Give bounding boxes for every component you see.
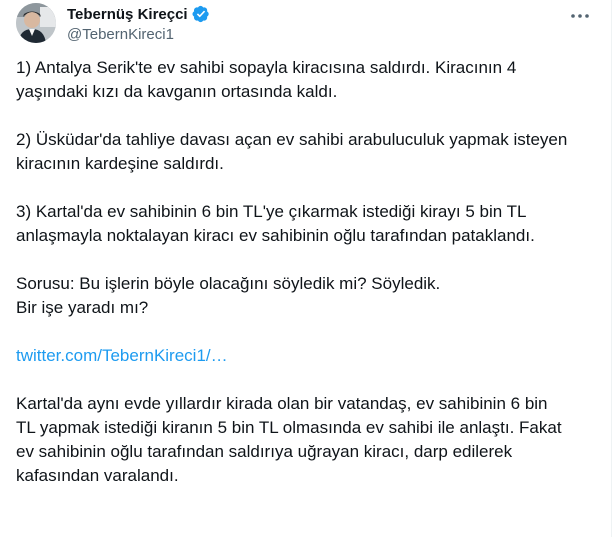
text-line: Bir işe yaradı mı? [16,298,149,317]
text-line: 2) Üsküdar'da tahliye davası açan ev sah… [16,130,568,149]
text-line: kiracının kardeşine saldırdı. [16,154,224,173]
text-line: ev sahibinin oğlu tarafından saldırıya u… [16,442,513,461]
text-line: TL yapmak istediği kiranın 5 bin TL olma… [16,418,562,437]
avatar-image [16,3,56,43]
tweet-paragraph-5: Kartal'da aynı evde yıllardır kirada ola… [16,392,596,488]
text-line: kafasından varalandı. [16,466,179,485]
display-name-row: Tebernüş Kireçci [67,4,210,24]
tweet-paragraph-2: 2) Üsküdar'da tahliye davası açan ev sah… [16,128,596,176]
avatar[interactable] [16,3,56,43]
tweet-paragraph-3: 3) Kartal'da ev sahibinin 6 bin TL'ye çı… [16,200,596,248]
text-line: 1) Antalya Serik'te ev sahibi sopayla ki… [16,58,517,77]
text-line: 3) Kartal'da ev sahibinin 6 bin TL'ye çı… [16,202,527,221]
tweet-text: 1) Antalya Serik'te ev sahibi sopayla ki… [16,56,596,512]
author-block: Tebernüş Kireçci @TebernKireci1 [67,4,210,43]
tweet-header: Tebernüş Kireçci @TebernKireci1 [16,0,596,56]
tweet-paragraph-1: 1) Antalya Serik'te ev sahibi sopayla ki… [16,56,596,104]
text-line: Sorusu: Bu işlerin böyle olacağını söyle… [16,274,441,293]
text-line: Kartal'da aynı evde yıllardır kirada ola… [16,394,548,413]
tweet-link-paragraph: twitter.com/TebernKireci1/… [16,344,596,368]
text-line: anlaşmayla noktalayan kiracı ev sahibini… [16,226,535,245]
tweet[interactable]: Tebernüş Kireçci @TebernKireci1 1) Antal… [16,0,596,485]
verified-badge-icon[interactable] [192,5,210,23]
user-handle[interactable]: @TebernKireci1 [67,26,210,43]
text-line: yaşındaki kızı da kavganın ortasında kal… [16,82,338,101]
more-options-icon[interactable] [568,4,592,28]
display-name[interactable]: Tebernüş Kireçci [67,6,188,23]
tweet-link[interactable]: twitter.com/TebernKireci1/… [16,346,228,365]
tweet-paragraph-4: Sorusu: Bu işlerin böyle olacağını söyle… [16,272,596,320]
